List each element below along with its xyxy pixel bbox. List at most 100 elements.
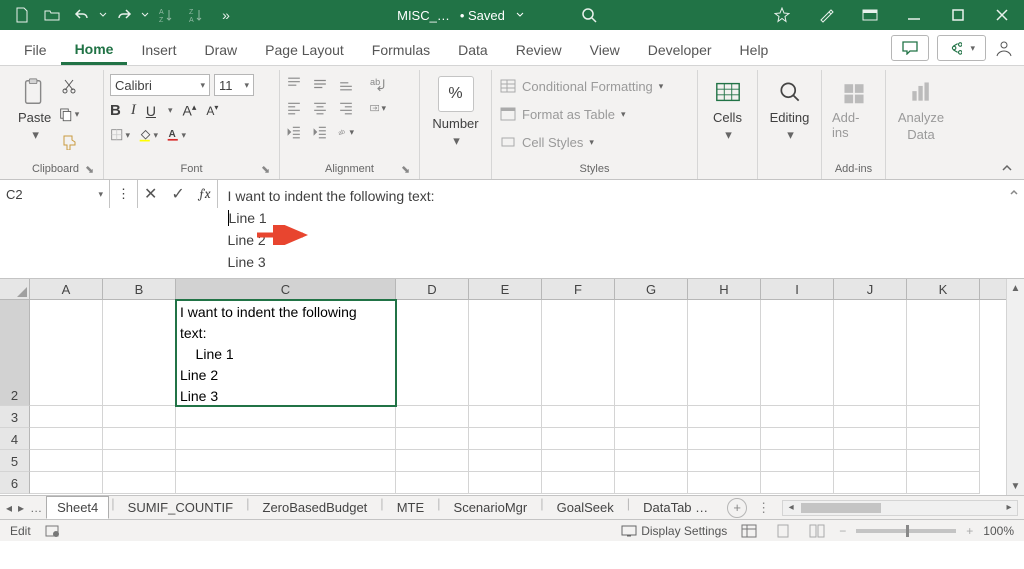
column-header[interactable]: F [542, 279, 615, 299]
cell[interactable] [834, 428, 907, 450]
cell[interactable] [30, 450, 103, 472]
sheet-nav-next-icon[interactable]: ▸ [18, 501, 24, 515]
cell[interactable] [834, 300, 907, 406]
cell[interactable] [834, 472, 907, 494]
cell[interactable] [176, 428, 396, 450]
zoom-out-icon[interactable]: − [839, 524, 846, 538]
wrap-text-icon[interactable]: ab [370, 76, 386, 92]
paste-button[interactable]: Paste ▾ [14, 74, 55, 145]
column-header[interactable]: B [103, 279, 176, 299]
editing-button[interactable]: Editing▾ [766, 74, 814, 145]
font-size-select[interactable]: 11▾ [214, 74, 254, 96]
close-button[interactable] [980, 0, 1024, 30]
copy-icon[interactable]: ▾ [59, 104, 79, 124]
redo-dropdown[interactable] [140, 2, 150, 28]
share-button[interactable]: ▾ [937, 35, 986, 61]
tab-view[interactable]: View [576, 34, 634, 65]
increase-indent-icon[interactable] [312, 124, 328, 140]
clipboard-launcher-icon[interactable]: ⬊ [85, 163, 99, 177]
column-header[interactable]: C [176, 279, 396, 299]
cell[interactable] [615, 428, 688, 450]
column-header[interactable]: H [688, 279, 761, 299]
cell[interactable] [834, 450, 907, 472]
cell[interactable] [103, 300, 176, 406]
cell[interactable] [688, 406, 761, 428]
cell[interactable] [907, 450, 980, 472]
tab-help[interactable]: Help [726, 34, 783, 65]
cell[interactable] [834, 406, 907, 428]
page-break-view-icon[interactable] [805, 522, 829, 540]
alignment-launcher-icon[interactable]: ⬊ [401, 163, 415, 177]
align-bottom-icon[interactable] [338, 76, 354, 92]
conditional-formatting-button[interactable]: Conditional Formatting▾ [498, 76, 663, 96]
cell[interactable] [469, 472, 542, 494]
cell[interactable] [615, 406, 688, 428]
cell[interactable] [688, 450, 761, 472]
search-icon[interactable] [575, 2, 603, 28]
format-painter-icon[interactable] [59, 132, 79, 152]
cell[interactable] [907, 406, 980, 428]
sheet-tab[interactable]: MTE [386, 496, 435, 519]
cells-button[interactable]: Cells▾ [708, 74, 748, 145]
cancel-edit-icon[interactable]: ✕ [144, 184, 157, 204]
tab-developer[interactable]: Developer [634, 34, 726, 65]
sheet-tab[interactable]: ScenarioMgr [443, 496, 539, 519]
align-top-icon[interactable] [286, 76, 302, 92]
horizontal-scroll-thumb[interactable] [801, 503, 881, 513]
cell[interactable] [469, 300, 542, 406]
tab-insert[interactable]: Insert [127, 34, 190, 65]
new-file-icon[interactable] [8, 2, 36, 28]
align-left-icon[interactable] [286, 100, 302, 116]
font-name-select[interactable]: Calibri▾ [110, 74, 210, 96]
cell[interactable] [542, 300, 615, 406]
redo-icon[interactable] [110, 2, 138, 28]
column-header[interactable]: I [761, 279, 834, 299]
cell[interactable] [615, 300, 688, 406]
tab-data[interactable]: Data [444, 34, 502, 65]
column-header[interactable]: D [396, 279, 469, 299]
cell[interactable] [688, 300, 761, 406]
cell[interactable] [761, 450, 834, 472]
new-sheet-button[interactable]: + [727, 498, 747, 518]
cell[interactable] [907, 428, 980, 450]
row-header[interactable]: 2 [0, 300, 30, 406]
comments-button[interactable] [891, 35, 929, 61]
cell[interactable] [30, 406, 103, 428]
tab-file[interactable]: File [10, 34, 61, 65]
zoom-level[interactable]: 100% [983, 524, 1014, 538]
cell[interactable] [469, 406, 542, 428]
cell[interactable] [761, 472, 834, 494]
font-launcher-icon[interactable]: ⬊ [261, 163, 275, 177]
cell[interactable] [396, 406, 469, 428]
italic-button[interactable]: I [131, 102, 136, 119]
grow-font-icon[interactable]: A▴ [183, 102, 197, 119]
scroll-right-icon[interactable]: ▸ [1001, 502, 1017, 513]
cell[interactable] [542, 428, 615, 450]
cell-styles-button[interactable]: Cell Styles▾ [498, 132, 594, 152]
row-header[interactable]: 4 [0, 428, 30, 450]
tab-review[interactable]: Review [502, 34, 576, 65]
cell[interactable] [176, 472, 396, 494]
analyze-data-button[interactable]: Analyze Data [894, 74, 948, 144]
confirm-edit-icon[interactable]: ✓ [171, 184, 184, 204]
sheet-tab[interactable]: SUMIF_COUNTIF [117, 496, 244, 519]
cell[interactable] [396, 428, 469, 450]
cell[interactable] [907, 472, 980, 494]
sheet-tab[interactable]: ZeroBasedBudget [252, 496, 379, 519]
cell[interactable] [542, 472, 615, 494]
document-name[interactable]: MISC_… [397, 8, 450, 23]
scroll-up-icon[interactable]: ▲ [1007, 279, 1024, 297]
tab-draw[interactable]: Draw [190, 34, 251, 65]
sheet-nav-more[interactable]: … [30, 501, 42, 515]
sheet-tab[interactable]: DataTab … [632, 496, 719, 519]
horizontal-scrollbar[interactable]: ◂ ▸ [782, 500, 1018, 516]
sort-desc-icon[interactable]: ZA [182, 2, 210, 28]
format-as-table-button[interactable]: Format as Table▾ [498, 104, 626, 124]
addins-button[interactable]: Add-ins [828, 74, 879, 142]
row-header[interactable]: 5 [0, 450, 30, 472]
fill-color-icon[interactable]: ▾ [138, 125, 158, 145]
collapse-ribbon-icon[interactable] [1000, 161, 1014, 175]
decrease-indent-icon[interactable] [286, 124, 302, 140]
cell[interactable] [103, 406, 176, 428]
align-middle-icon[interactable] [312, 76, 328, 92]
